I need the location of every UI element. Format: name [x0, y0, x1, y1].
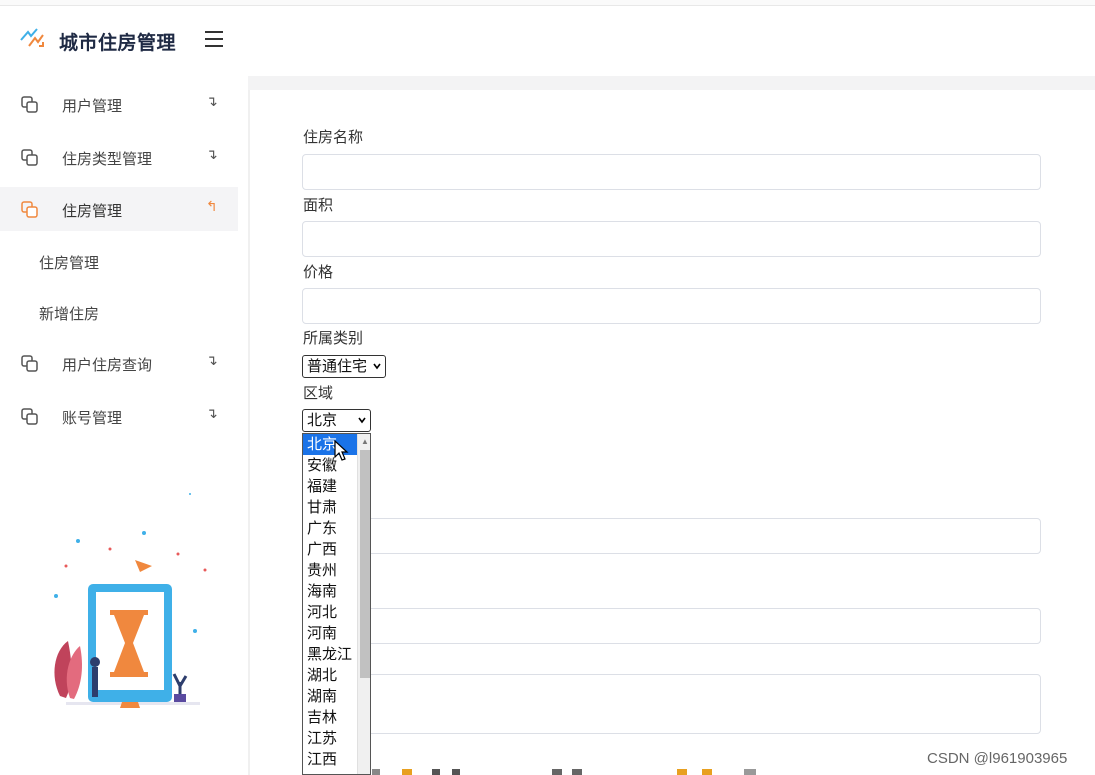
region-option[interactable]: 黑龙江 [303, 644, 357, 665]
scrollbar-thumb[interactable] [360, 450, 370, 678]
sidebar-item-housing[interactable]: 住房管理 ↰ [0, 187, 238, 231]
form-panel [250, 90, 1095, 775]
price-input[interactable] [302, 288, 1041, 324]
scroll-up-icon[interactable]: ▲ [361, 437, 369, 446]
chevron-up-icon: ↰ [206, 198, 218, 214]
logo-icon [20, 28, 44, 47]
logo-row: 城市住房管理 [0, 20, 248, 60]
region-option[interactable]: 湖南 [303, 686, 357, 707]
chevron-down-icon: ↴ [206, 93, 218, 109]
sidebar-item-label: 住房类型管理 [62, 151, 153, 168]
dropdown-scrollbar[interactable]: ▲ [357, 434, 370, 774]
copy-icon [21, 149, 38, 166]
region-option[interactable]: 江苏 [303, 728, 357, 749]
region-option[interactable]: 贵州 [303, 560, 357, 581]
chevron-down-icon: ↴ [206, 352, 218, 368]
region-option[interactable]: 海南 [303, 581, 357, 602]
category-select-value: 普通住宅 [307, 358, 368, 375]
region-option[interactable]: 广西 [303, 539, 357, 560]
sidebar-item-label: 账号管理 [62, 410, 123, 427]
chevron-down-icon: ↴ [206, 405, 218, 421]
category-label: 所属类别 [303, 330, 364, 347]
editor-toolbar[interactable] [372, 766, 772, 775]
region-option[interactable]: 河北 [303, 602, 357, 623]
copy-icon [21, 96, 38, 113]
area-label: 面积 [303, 197, 334, 214]
sidebar-item-accounts[interactable]: 账号管理 ↴ [0, 394, 238, 438]
region-option[interactable]: 甘肃 [303, 497, 357, 518]
region-option[interactable]: 江西 [303, 749, 357, 770]
sidebar-item-users[interactable]: 用户管理 ↴ [0, 82, 238, 126]
region-option[interactable]: 湖北 [303, 665, 357, 686]
copy-icon [21, 355, 38, 372]
region-option[interactable]: 河南 [303, 623, 357, 644]
chevron-down-icon [358, 417, 366, 424]
region-option[interactable]: 福建 [303, 476, 357, 497]
region-option[interactable]: 吉林 [303, 707, 357, 728]
hourglass-illustration [54, 493, 207, 708]
text-input-b[interactable] [302, 608, 1041, 644]
sidebar-item-label: 住房管理 [62, 203, 123, 220]
copy-icon [21, 408, 38, 425]
name-input[interactable] [302, 154, 1041, 190]
sidebar-subitem-add-housing[interactable]: 新增住房 [39, 303, 99, 324]
region-label: 区域 [303, 385, 334, 402]
sidebar: 城市住房管理 用户管理 ↴ 住房类型管理 ↴ 住房管理 ↰ 住房管理 新增住房 … [0, 6, 248, 775]
area-input[interactable] [302, 221, 1041, 257]
sidebar-item-label: 用户管理 [62, 98, 123, 115]
region-option[interactable]: 广东 [303, 518, 357, 539]
region-dropdown-list[interactable]: 北京 安徽 福建 甘肃 广东 广西 贵州 海南 河北 河南 黑龙江 湖北 湖南 吉林 江苏 江西 ▲ [302, 433, 371, 775]
name-label: 住房名称 [303, 129, 364, 146]
sidebar-item-housing-types[interactable]: 住房类型管理 ↴ [0, 135, 238, 179]
app-title: 城市住房管理 [59, 33, 177, 54]
cursor-icon [334, 440, 349, 461]
menu-icon[interactable] [205, 31, 223, 47]
sidebar-item-user-housing-query[interactable]: 用户住房查询 ↴ [0, 341, 238, 385]
description-textarea[interactable] [302, 674, 1041, 734]
main-topbar [248, 6, 1095, 76]
content-gap [248, 76, 1095, 90]
watermark: CSDN @l961903965 [927, 750, 1068, 767]
chevron-down-icon [373, 363, 381, 370]
region-select[interactable]: 北京 [302, 409, 371, 432]
price-label: 价格 [303, 264, 334, 281]
copy-icon [21, 201, 38, 218]
text-input-a[interactable] [302, 518, 1041, 554]
region-select-value: 北京 [307, 412, 338, 429]
category-select[interactable]: 普通住宅 [302, 355, 386, 378]
chevron-down-icon: ↴ [206, 146, 218, 162]
sidebar-item-label: 用户住房查询 [62, 357, 153, 374]
sidebar-subitem-housing-manage[interactable]: 住房管理 [39, 252, 99, 273]
region-options: 北京 安徽 福建 甘肃 广东 广西 贵州 海南 河北 河南 黑龙江 湖北 湖南 吉林 江苏 江西 [303, 434, 357, 770]
